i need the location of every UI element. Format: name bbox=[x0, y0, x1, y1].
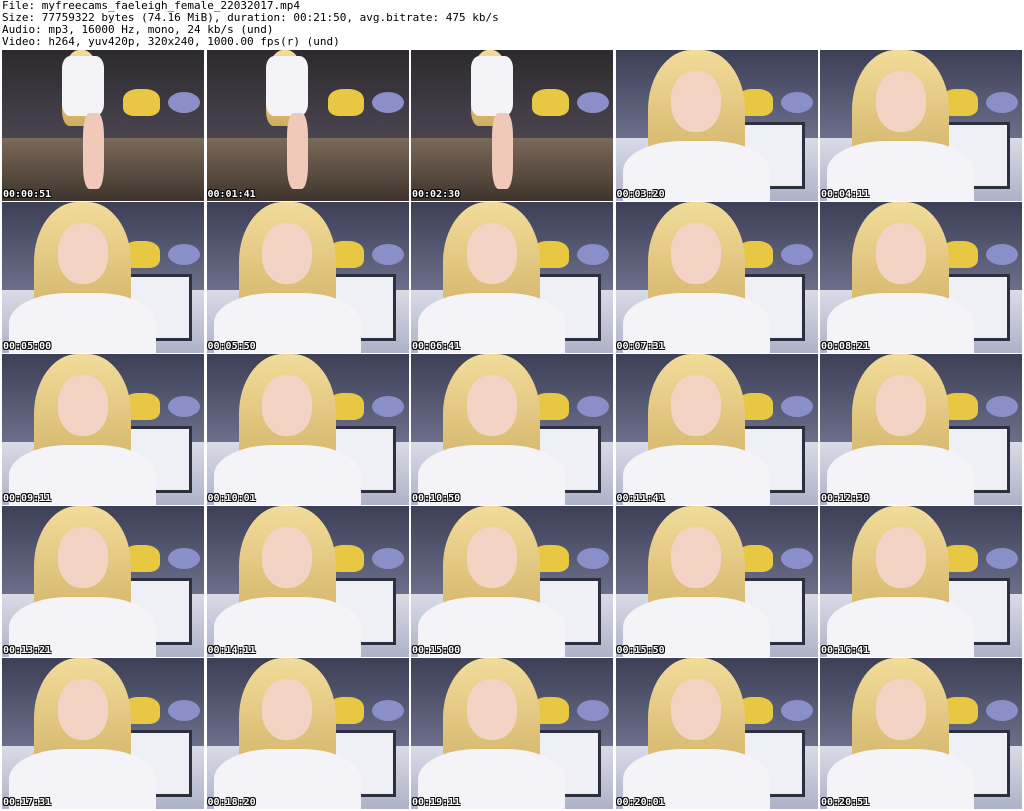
video-frame-thumbnail: 00:06:41 bbox=[411, 202, 613, 353]
video-frame-thumbnail: 00:14:11 bbox=[206, 506, 409, 657]
video-frame-thumbnail: 00:20:01 bbox=[615, 658, 818, 809]
frame-timestamp: 00:05:50 bbox=[207, 341, 256, 352]
frame-image bbox=[820, 354, 1022, 505]
frame-timestamp: 00:19:11 bbox=[412, 797, 461, 808]
video-info-line: Video: h264, yuv420p, 320x240, 1000.00 f… bbox=[2, 35, 340, 48]
frame-timestamp: 00:15:00 bbox=[412, 645, 461, 656]
frame-image bbox=[206, 658, 409, 809]
video-frame-thumbnail: 00:02:30 bbox=[411, 50, 613, 201]
video-frame-thumbnail: 00:11:41 bbox=[615, 354, 818, 505]
frame-image bbox=[411, 50, 613, 201]
frame-timestamp: 00:00:51 bbox=[3, 189, 52, 200]
video-frame-thumbnail: 00:20:51 bbox=[820, 658, 1022, 809]
frame-image bbox=[206, 50, 409, 201]
frame-timestamp: 00:05:00 bbox=[3, 341, 52, 352]
frame-image bbox=[820, 506, 1022, 657]
video-frame-thumbnail: 00:05:00 bbox=[2, 202, 204, 353]
frame-timestamp: 00:10:50 bbox=[412, 493, 461, 504]
frame-timestamp: 00:01:41 bbox=[207, 189, 256, 200]
video-frame-thumbnail: 00:03:20 bbox=[615, 50, 818, 201]
video-frame-thumbnail: 00:05:50 bbox=[206, 202, 409, 353]
video-frame-thumbnail: 00:15:50 bbox=[615, 506, 818, 657]
frame-timestamp: 00:20:01 bbox=[616, 797, 665, 808]
video-frame-thumbnail: 00:16:41 bbox=[820, 506, 1022, 657]
frame-image bbox=[2, 50, 204, 201]
frame-timestamp: 00:06:41 bbox=[412, 341, 461, 352]
file-info-header: File: myfreecams_faeleigh_female_2203201… bbox=[2, 0, 1022, 50]
video-frame-thumbnail: 00:13:21 bbox=[2, 506, 204, 657]
frame-image bbox=[615, 50, 818, 201]
video-frame-thumbnail: 00:09:11 bbox=[2, 354, 204, 505]
frame-image bbox=[411, 658, 613, 809]
video-frame-thumbnail: 00:19:11 bbox=[411, 658, 613, 809]
frame-timestamp: 00:15:50 bbox=[616, 645, 665, 656]
video-frame-thumbnail: 00:18:20 bbox=[206, 658, 409, 809]
frame-image bbox=[615, 202, 818, 353]
frame-image bbox=[615, 354, 818, 505]
frame-timestamp: 00:17:31 bbox=[3, 797, 52, 808]
frame-timestamp: 00:16:41 bbox=[821, 645, 870, 656]
frame-image bbox=[206, 202, 409, 353]
video-frame-thumbnail: 00:17:31 bbox=[2, 658, 204, 809]
frame-timestamp: 00:13:21 bbox=[3, 645, 52, 656]
video-frame-thumbnail: 00:04:11 bbox=[820, 50, 1022, 201]
frame-timestamp: 00:10:01 bbox=[207, 493, 256, 504]
frame-timestamp: 00:14:11 bbox=[207, 645, 256, 656]
video-frame-thumbnail: 00:00:51 bbox=[2, 50, 204, 201]
frame-image bbox=[411, 202, 613, 353]
frame-timestamp: 00:03:20 bbox=[616, 189, 665, 200]
frame-timestamp: 00:08:21 bbox=[821, 341, 870, 352]
video-frame-thumbnail: 00:10:01 bbox=[206, 354, 409, 505]
video-frame-thumbnail: 00:01:41 bbox=[206, 50, 409, 201]
frame-timestamp: 00:20:51 bbox=[821, 797, 870, 808]
video-frame-thumbnail: 00:12:30 bbox=[820, 354, 1022, 505]
frame-timestamp: 00:09:11 bbox=[3, 493, 52, 504]
frame-image bbox=[411, 506, 613, 657]
frame-image bbox=[206, 506, 409, 657]
frame-image bbox=[2, 354, 204, 505]
frame-timestamp: 00:18:20 bbox=[207, 797, 256, 808]
frame-image bbox=[615, 658, 818, 809]
video-frame-thumbnail: 00:15:00 bbox=[411, 506, 613, 657]
frame-timestamp: 00:02:30 bbox=[412, 189, 461, 200]
video-frame-thumbnail: 00:07:31 bbox=[615, 202, 818, 353]
frame-image bbox=[820, 50, 1022, 201]
frame-image bbox=[820, 658, 1022, 809]
frame-image bbox=[2, 658, 204, 809]
video-frame-thumbnail: 00:08:21 bbox=[820, 202, 1022, 353]
frame-image bbox=[2, 202, 204, 353]
frame-image bbox=[820, 202, 1022, 353]
frame-image bbox=[615, 506, 818, 657]
frame-timestamp: 00:07:31 bbox=[616, 341, 665, 352]
frame-timestamp: 00:04:11 bbox=[821, 189, 870, 200]
frame-image bbox=[411, 354, 613, 505]
video-frame-thumbnail: 00:10:50 bbox=[411, 354, 613, 505]
thumbnail-grid: 00:00:51 00:01:41 00:02:30 00:03:20 00:04:11… bbox=[2, 50, 1022, 810]
frame-timestamp: 00:12:30 bbox=[821, 493, 870, 504]
frame-timestamp: 00:11:41 bbox=[616, 493, 665, 504]
frame-image bbox=[206, 354, 409, 505]
frame-image bbox=[2, 506, 204, 657]
